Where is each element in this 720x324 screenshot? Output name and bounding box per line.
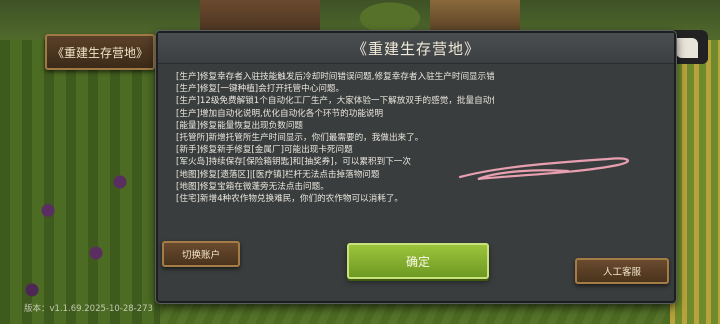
changelog-line: [能量]修复能量恢复出现负数问题 [176, 120, 304, 131]
camp-title-badge[interactable]: 《重建生存营地》 [45, 34, 155, 70]
dialog-title: 《重建生存营地》 [351, 39, 480, 58]
background-shed [430, 0, 520, 30]
background-tree [355, 0, 425, 30]
customer-service-button[interactable]: 人工客服 [575, 258, 669, 284]
dialog-titlebar: 《重建生存营地》 [158, 33, 674, 64]
changelog-line: [生产]修复[一键种植]会打开托管中心问题。 [176, 84, 345, 95]
version-label: 版本：v1.1.69.2025-10-28-273 [24, 304, 153, 314]
changelog-line: [军火岛]持续保存[保险箱钥匙]和[抽奖券]，可以累积到下一次 [176, 157, 411, 168]
confirm-button[interactable]: 确定 [347, 243, 489, 279]
changelog-line: [新手]修复新手修复[金属厂]可能出现卡死问题 [176, 145, 353, 156]
changelog-line: [生产]修复幸存者入驻技能触发后冷却时间错误问题,修复幸存者入驻生产时间显示错误… [176, 72, 494, 82]
switch-account-button[interactable]: 切换账户 [162, 241, 240, 267]
changelog-line: [生产]增加自动化说明,优化自动化各个环节的功能说明 [176, 108, 384, 119]
changelog-line: [住宅]新增4种农作物兑换难民，你们的农作物可以消耗了。 [176, 194, 404, 205]
scribble-stroke [458, 157, 630, 181]
corn-field [670, 40, 720, 324]
changelog-list: [生产]修复幸存者入驻技能触发后冷却时间错误问题,修复幸存者入驻生产时间显示错误… [176, 71, 494, 241]
game-scene: 《重建生存营地》 《重建生存营地》 [生产]修复幸存者入驻技能触发后冷却时间错误… [0, 0, 720, 324]
changelog-line: [托管所]新增托管所生产时间显示，你们最需要的，我做出来了。 [176, 133, 424, 144]
changelog-line: [生产]12级免费解锁1个自动化工厂生产，大家体验一下解放双手的感觉，批量自动化… [176, 96, 494, 107]
grape-vines-field [0, 40, 160, 324]
changelog-line: [地图]修复宝箱在微蓬旁无法点击问题。 [176, 181, 329, 192]
scribble-annotation-icon [458, 157, 630, 181]
changelog-line: [地图]修复[遗落区]|[医疗镇]栏杆无法点击掉落物问题 [176, 169, 380, 180]
